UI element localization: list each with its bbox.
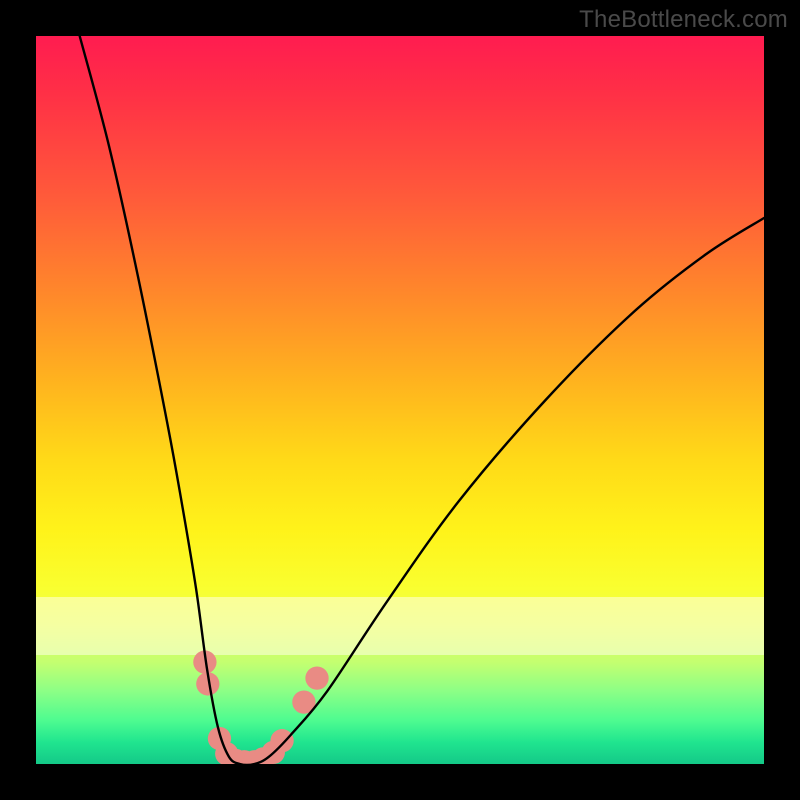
curve-svg	[36, 36, 764, 764]
marker-dot	[270, 729, 293, 752]
chart-frame: TheBottleneck.com	[0, 0, 800, 800]
watermark-text: TheBottleneck.com	[579, 6, 788, 34]
bottleneck-curve-path	[80, 36, 764, 764]
plot-area	[36, 36, 764, 764]
marker-dot	[305, 666, 328, 689]
